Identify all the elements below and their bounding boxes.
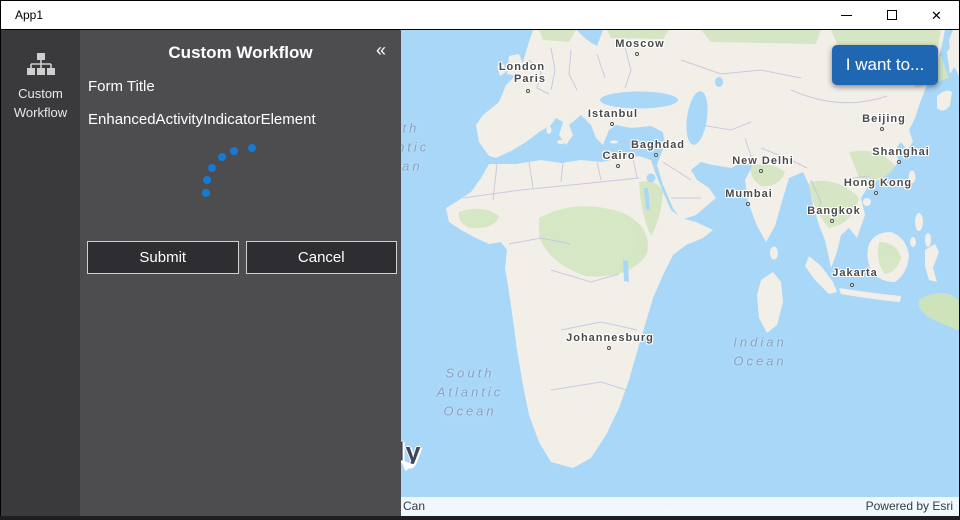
- collapse-panel-icon[interactable]: «: [376, 40, 386, 62]
- city-label: Istanbul: [588, 108, 638, 120]
- minimize-button[interactable]: [824, 1, 869, 30]
- city-label: Jakarta: [832, 267, 878, 279]
- sidebar-item-label: Custom Workflow: [5, 85, 77, 123]
- spinner-dot: [218, 153, 226, 161]
- city-marker: [830, 219, 834, 223]
- city-marker: [874, 191, 878, 195]
- city-marker: [759, 169, 763, 173]
- window-title: App1: [1, 8, 824, 22]
- ocean-label: Atlantic: [401, 140, 429, 155]
- panel-button-row: Submit Cancel: [87, 241, 397, 274]
- city-label: Paris: [514, 73, 546, 85]
- workflow-icon: [25, 52, 57, 80]
- city-marker: [654, 153, 658, 157]
- ocean-label: North: [401, 121, 419, 136]
- maximize-icon: [887, 10, 897, 20]
- city-label: Beijing: [862, 113, 906, 125]
- city-label: Hong Kong: [844, 177, 912, 189]
- sidebar: Custom Workflow: [1, 30, 80, 516]
- maximize-button[interactable]: [869, 1, 914, 30]
- city-marker: [635, 52, 639, 56]
- window-bottom-border: [0, 516, 960, 520]
- city-marker: [616, 164, 620, 168]
- city-label: New Delhi: [732, 155, 794, 167]
- ocean-label: Indian: [733, 335, 786, 350]
- ocean-label: Ocean: [401, 159, 423, 174]
- workflow-panel: Custom Workflow « Form Title EnhancedAct…: [80, 30, 401, 516]
- form-title: Form Title: [88, 78, 155, 95]
- city-marker: [897, 160, 901, 164]
- activity-spinner: [198, 140, 298, 240]
- ocean-label: Atlantic: [437, 385, 504, 400]
- spinner-dot: [202, 189, 210, 197]
- ocean-label: Ocean: [443, 404, 496, 419]
- spinner-dot: [248, 144, 256, 152]
- map-attribution-bar: Can Powered by Esri: [401, 497, 959, 516]
- city-marker: [850, 283, 854, 287]
- close-icon: ✕: [931, 9, 942, 22]
- city-label: Johannesburg: [566, 332, 654, 344]
- city-marker: [526, 89, 530, 93]
- spinner-dot: [230, 147, 238, 155]
- city-label: Baghdad: [631, 139, 685, 151]
- city-marker: [607, 346, 611, 350]
- submit-button[interactable]: Submit: [87, 241, 239, 274]
- city-label: London: [499, 61, 545, 73]
- main-content: Custom Workflow Custom Workflow « Form T…: [0, 30, 960, 516]
- city-label: Bangkok: [807, 205, 860, 217]
- city-label: Moscow: [615, 38, 664, 50]
- spinner-dot: [203, 176, 211, 184]
- app-window: App1 ✕ Custo: [0, 0, 960, 520]
- city-label: Mumbai: [725, 188, 773, 200]
- panel-title: Custom Workflow: [80, 43, 401, 63]
- spinner-dot: [208, 164, 216, 172]
- sidebar-item-custom-workflow[interactable]: Custom Workflow: [1, 30, 80, 123]
- activity-indicator-label: EnhancedActivityIndicatorElement: [88, 111, 316, 128]
- attribution-left-text: Can: [403, 497, 425, 516]
- city-marker: [746, 202, 750, 206]
- city-label: Cairo: [602, 150, 635, 162]
- city-marker: [610, 122, 614, 126]
- ocean-label: Ocean: [733, 354, 786, 369]
- titlebar[interactable]: App1 ✕: [0, 0, 960, 30]
- minimize-icon: [841, 15, 852, 16]
- city-label: Shanghai: [872, 146, 930, 158]
- ocean-label: South: [446, 366, 495, 381]
- attribution-powered-by-esri: Powered by Esri: [866, 497, 953, 516]
- close-button[interactable]: ✕: [914, 1, 959, 30]
- map-view[interactable]: Moscow LondonParis Istanbul BaghdadCairo New…: [401, 30, 959, 516]
- city-marker: [880, 127, 884, 131]
- map-labels-layer: Moscow LondonParis Istanbul BaghdadCairo New…: [401, 30, 959, 516]
- cancel-button[interactable]: Cancel: [246, 241, 398, 274]
- i-want-to-button[interactable]: I want to...: [832, 45, 938, 85]
